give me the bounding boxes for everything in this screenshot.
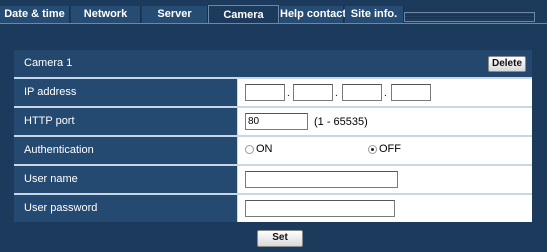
user-password-input[interactable]	[245, 200, 395, 217]
auth-off-label: OFF	[379, 143, 401, 155]
ip-octet-4-input[interactable]	[391, 84, 431, 101]
tab-site-info[interactable]: Site info.	[345, 6, 404, 23]
ip-dot-separator: .	[384, 88, 387, 99]
tab-strip-filler	[404, 12, 535, 22]
ip-octet-3-input[interactable]	[342, 84, 382, 101]
auth-on-label: ON	[256, 143, 273, 155]
tab-network[interactable]: Network	[71, 6, 141, 23]
user-name-input[interactable]	[245, 171, 398, 188]
tab-server[interactable]: Server	[142, 6, 208, 23]
ip-address-cell: . . .	[238, 79, 532, 106]
authentication-row: Authentication ON OFF	[14, 137, 532, 165]
ip-address-row: IP address . . .	[14, 79, 532, 107]
delete-button[interactable]: Delete	[488, 56, 526, 72]
user-name-cell	[238, 166, 532, 193]
camera-header-row: Camera 1 Delete	[14, 50, 532, 78]
set-button[interactable]: Set	[257, 230, 303, 247]
http-port-label: HTTP port	[14, 108, 237, 135]
ip-octet-1-input[interactable]	[245, 84, 285, 101]
http-port-cell: 80 (1 - 65535)	[238, 108, 532, 135]
authentication-label: Authentication	[14, 137, 237, 164]
tab-camera[interactable]: Camera	[208, 5, 279, 24]
auth-on-option[interactable]: ON	[245, 143, 273, 155]
user-password-cell	[238, 195, 532, 222]
ip-dot-separator: .	[287, 88, 290, 99]
tab-bar: Date & time Network Server Camera Help c…	[0, 0, 547, 24]
user-name-row: User name	[14, 166, 532, 194]
auth-off-radio[interactable]	[368, 144, 377, 154]
http-port-row: HTTP port 80 (1 - 65535)	[14, 108, 532, 136]
ip-dot-separator: .	[335, 88, 338, 99]
tab-divider	[0, 23, 547, 24]
tab-date-time[interactable]: Date & time	[0, 6, 70, 23]
ip-address-label: IP address	[14, 79, 237, 106]
user-name-label: User name	[14, 166, 237, 193]
ip-octet-2-input[interactable]	[293, 84, 333, 101]
user-password-row: User password	[14, 195, 532, 223]
auth-on-radio[interactable]	[245, 144, 254, 154]
user-password-label: User password	[14, 195, 237, 222]
http-port-range-hint: (1 - 65535)	[314, 116, 368, 128]
authentication-cell: ON OFF	[238, 137, 532, 164]
camera-title: Camera 1	[14, 50, 532, 77]
camera-settings-panel: Camera 1 Delete IP address . . . HTTP po…	[14, 50, 532, 222]
auth-off-option[interactable]: OFF	[368, 143, 401, 155]
tab-help-contact[interactable]: Help contact	[280, 6, 346, 23]
http-port-input[interactable]: 80	[245, 113, 308, 130]
